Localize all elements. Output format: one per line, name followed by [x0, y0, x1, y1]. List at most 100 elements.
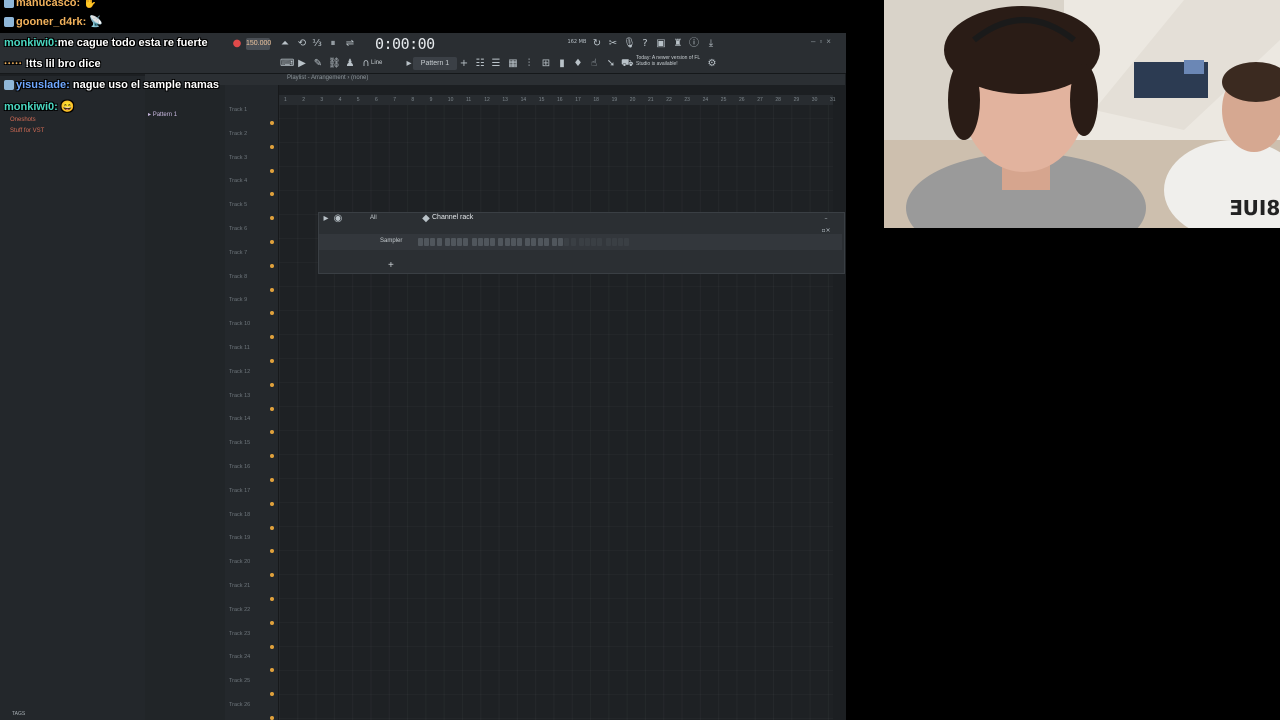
- browser-item-stuff-for-vst[interactable]: Stuff for VST: [10, 128, 44, 134]
- track-mute-dot[interactable]: [270, 716, 274, 720]
- track-label[interactable]: Track 8: [229, 274, 247, 280]
- track-label[interactable]: Track 23: [229, 631, 250, 637]
- track-label[interactable]: Track 2: [229, 131, 247, 137]
- record-icon[interactable]: ●: [231, 38, 243, 50]
- track-label[interactable]: Track 24: [229, 654, 250, 660]
- add-channel-icon[interactable]: +: [388, 260, 394, 271]
- link-icon[interactable]: ⛓: [328, 58, 341, 70]
- track-mute-dot[interactable]: [270, 620, 274, 625]
- file-icon[interactable]: ▮: [556, 58, 568, 70]
- track-mute-dot[interactable]: [270, 525, 274, 530]
- keyboard-icon[interactable]: ⌨: [280, 58, 294, 70]
- pattern-item[interactable]: ▸ Pattern 1: [148, 111, 177, 118]
- track-mute-dot[interactable]: [270, 359, 274, 363]
- step-button[interactable]: [578, 238, 584, 246]
- step-button[interactable]: [537, 238, 543, 246]
- step-button[interactable]: [591, 238, 597, 246]
- undo-icon[interactable]: ↻: [591, 38, 603, 50]
- cut-icon[interactable]: ✂: [607, 38, 619, 50]
- track-label[interactable]: Track 22: [229, 607, 250, 613]
- step-button[interactable]: [424, 238, 430, 246]
- step-button[interactable]: [570, 238, 576, 246]
- track-label[interactable]: Track 3: [229, 155, 247, 161]
- timeline-ruler[interactable]: [279, 95, 833, 105]
- countdown-icon[interactable]: ⅓: [311, 38, 323, 50]
- download-icon[interactable]: ⤓: [705, 38, 717, 50]
- plugin-picker-icon[interactable]: ♦: [572, 58, 584, 70]
- track-label[interactable]: Track 4: [229, 178, 247, 184]
- pattern-song-icon[interactable]: ⏶: [279, 38, 291, 50]
- mixer-icon[interactable]: ⫶: [523, 58, 535, 70]
- cart-icon[interactable]: ⛟: [621, 58, 634, 70]
- track-label[interactable]: Track 19: [229, 535, 250, 541]
- channel-rack-window-controls[interactable]: –▫×: [820, 213, 832, 234]
- window-controls[interactable]: –▫×: [811, 37, 835, 46]
- step-button[interactable]: [463, 238, 469, 246]
- step-button[interactable]: [451, 238, 456, 246]
- track-mute-dot[interactable]: [270, 478, 274, 482]
- track-mute-dot[interactable]: [270, 597, 274, 601]
- tempo-display[interactable]: 150.000: [246, 38, 271, 50]
- arrow-icon[interactable]: ➘: [605, 58, 617, 70]
- piano-roll-icon[interactable]: ☰: [490, 58, 502, 70]
- step-button[interactable]: [585, 238, 590, 246]
- play-icon[interactable]: ▶: [296, 58, 308, 70]
- step-button[interactable]: [564, 238, 570, 246]
- track-label[interactable]: Track 15: [229, 440, 250, 446]
- track-mute-dot[interactable]: [270, 382, 274, 387]
- loop-icon[interactable]: ⟲: [296, 38, 308, 50]
- track-label[interactable]: Track 16: [229, 464, 250, 470]
- step-button[interactable]: [525, 238, 531, 246]
- step-button[interactable]: [552, 238, 557, 246]
- step-button[interactable]: [543, 238, 549, 246]
- pattern-add-icon[interactable]: +: [458, 58, 470, 70]
- step-button[interactable]: [477, 238, 483, 246]
- track-label[interactable]: Track 6: [229, 226, 247, 232]
- pencil-icon[interactable]: ✎: [312, 58, 324, 70]
- browser-item-oneshots[interactable]: Oneshots: [10, 117, 36, 123]
- step-button[interactable]: [504, 238, 510, 246]
- channel-rack-menu-icon[interactable]: ▸: [320, 213, 332, 225]
- track-mute-dot[interactable]: [270, 406, 274, 411]
- track-mute-dot[interactable]: [270, 644, 274, 649]
- browser-icon[interactable]: ⊞: [540, 58, 552, 70]
- track-label[interactable]: Track 7: [229, 250, 247, 256]
- track-mute-dot[interactable]: [270, 168, 274, 173]
- step-button[interactable]: [430, 238, 436, 246]
- track-label[interactable]: Track 21: [229, 583, 250, 589]
- track-mute-dot[interactable]: [270, 287, 274, 292]
- step-button[interactable]: [436, 238, 442, 246]
- track-label[interactable]: Track 26: [229, 702, 250, 708]
- track-label[interactable]: Track 20: [229, 559, 250, 565]
- track-mute-dot[interactable]: [270, 240, 274, 244]
- track-label[interactable]: Track 5: [229, 202, 247, 208]
- track-label[interactable]: Track 13: [229, 393, 250, 399]
- tags-label[interactable]: TAGS: [12, 711, 25, 717]
- track-label[interactable]: Track 25: [229, 678, 250, 684]
- channel-filter[interactable]: All: [370, 215, 377, 221]
- step-button[interactable]: [618, 238, 623, 246]
- news-panel[interactable]: Today: A newer version of FL Studio is a…: [636, 55, 706, 67]
- step-button[interactable]: [611, 238, 617, 246]
- snap-mode-label[interactable]: Line: [371, 60, 382, 66]
- channel-rack-swing-icon[interactable]: ◉: [332, 213, 344, 225]
- blend-icon[interactable]: ⏸: [327, 38, 339, 50]
- track-label[interactable]: Track 11: [229, 345, 250, 351]
- step-button[interactable]: [510, 238, 516, 246]
- step-button[interactable]: [498, 238, 504, 246]
- track-label[interactable]: Track 9: [229, 297, 247, 303]
- track-label[interactable]: Track 12: [229, 369, 250, 375]
- step-button[interactable]: [418, 238, 423, 246]
- track-mute-dot[interactable]: [270, 121, 274, 125]
- step-button[interactable]: [471, 238, 477, 246]
- step-button[interactable]: [490, 238, 496, 246]
- step-button[interactable]: [605, 238, 611, 246]
- playlist-grid[interactable]: [279, 95, 833, 720]
- step-button[interactable]: [444, 238, 450, 246]
- step-button[interactable]: [517, 238, 522, 246]
- channel-name-sampler[interactable]: Sampler: [380, 238, 402, 244]
- plugin-icon[interactable]: ♜: [672, 38, 684, 50]
- step-button[interactable]: [624, 238, 630, 246]
- track-label[interactable]: Track 17: [229, 488, 250, 494]
- track-mute-dot[interactable]: [270, 263, 274, 268]
